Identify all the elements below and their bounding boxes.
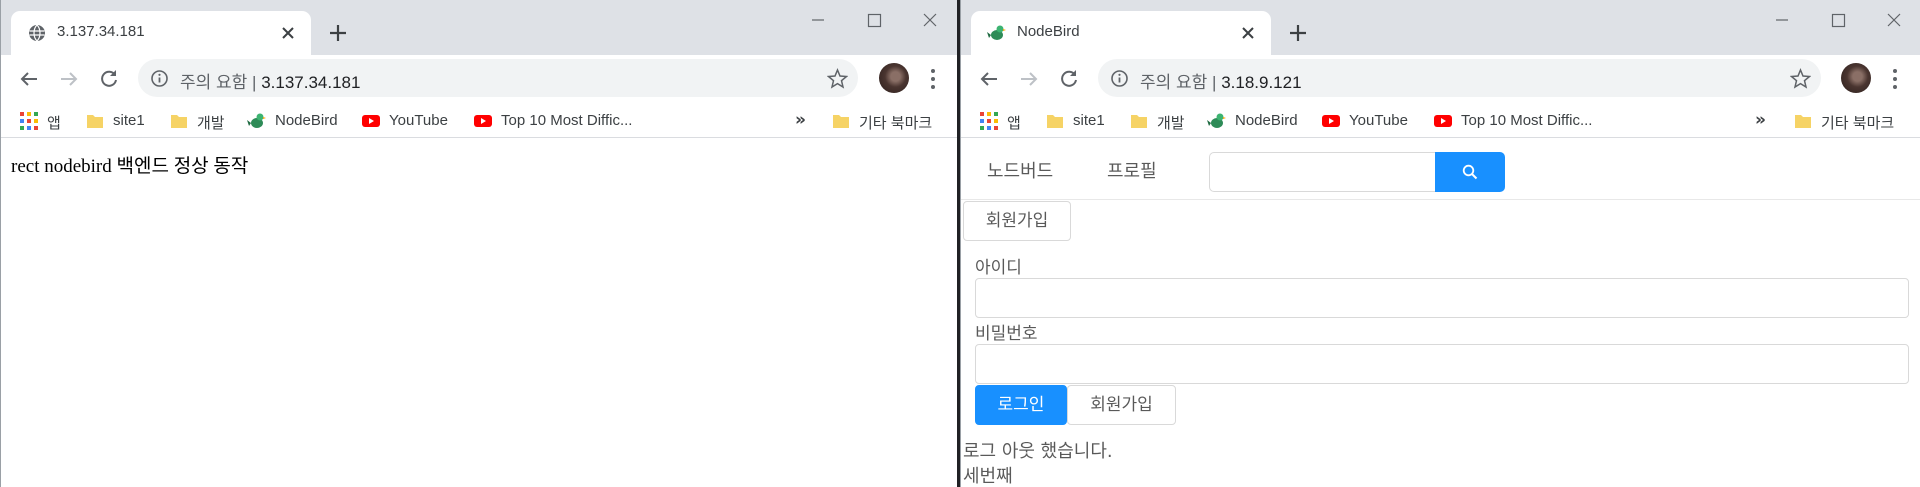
reload-icon[interactable] <box>95 65 123 93</box>
forward-icon[interactable] <box>1015 65 1043 93</box>
search-input[interactable] <box>1209 152 1435 192</box>
avatar[interactable] <box>1841 63 1871 93</box>
browser-toolbar: 주의 요함 | 3.137.34.181 <box>1 55 958 102</box>
bookmarks-bar: 앱 site1 개발 NodeBird YouTube Top 10 Most … <box>1 102 958 138</box>
bookmark-star-icon[interactable] <box>1790 68 1811 89</box>
login-button[interactable]: 로그인 <box>975 385 1067 425</box>
address-bar[interactable]: 주의 요함 | 3.137.34.181 <box>138 59 858 97</box>
id-input[interactable] <box>975 278 1909 318</box>
menu-kebab-icon[interactable] <box>1891 67 1899 89</box>
close-window-icon[interactable] <box>915 8 945 32</box>
tab-strip: NodeBird <box>961 0 1920 55</box>
maximize-icon[interactable] <box>859 8 889 32</box>
avatar[interactable] <box>879 63 909 93</box>
info-icon[interactable] <box>150 69 169 88</box>
search-icon <box>1462 164 1478 180</box>
security-label: 주의 요함 <box>1140 73 1208 92</box>
signup-link-button[interactable]: 회원가입 <box>963 201 1071 241</box>
nodebird-icon <box>247 113 266 128</box>
bookmark-star-icon[interactable] <box>827 68 848 89</box>
bookmarks-overflow-icon[interactable]: » <box>1755 110 1766 130</box>
page-content: 노드버드 프로필 회원가입 아이디 비밀번호 로그인 회원가입 로그 아웃 했습… <box>961 139 1920 487</box>
bookmarks-overflow-icon[interactable]: » <box>795 110 806 130</box>
folder-icon <box>833 115 849 128</box>
page-text: rect nodebird 백엔드 정상 동작 <box>11 156 249 177</box>
youtube-icon <box>1322 115 1340 127</box>
tab-title: 3.137.34.181 <box>57 23 145 40</box>
top-menu: 노드버드 프로필 <box>961 139 1920 200</box>
forward-icon[interactable] <box>55 65 83 93</box>
password-label: 비밀번호 <box>975 324 1038 344</box>
close-tab-icon[interactable] <box>1237 22 1259 44</box>
browser-toolbar: 주의 요함 | 3.18.9.121 <box>961 55 1920 102</box>
back-icon[interactable] <box>15 65 43 93</box>
reload-icon[interactable] <box>1055 65 1083 93</box>
security-label: 주의 요함 <box>180 73 248 92</box>
close-tab-icon[interactable] <box>277 22 299 44</box>
new-tab-icon[interactable] <box>325 20 351 46</box>
close-window-icon[interactable] <box>1879 8 1909 32</box>
globe-icon <box>29 24 45 42</box>
menu-item-home[interactable]: 노드버드 <box>987 157 1053 183</box>
menu-kebab-icon[interactable] <box>929 67 937 89</box>
folder-icon <box>1131 115 1147 128</box>
browser-tab[interactable]: 3.137.34.181 <box>11 11 311 55</box>
menu-item-profile[interactable]: 프로필 <box>1107 157 1157 183</box>
apps-grid-icon <box>20 112 38 130</box>
minimize-icon[interactable] <box>803 8 833 32</box>
maximize-icon[interactable] <box>1823 8 1853 32</box>
tab-strip: 3.137.34.181 <box>1 0 958 55</box>
folder-icon <box>1047 115 1063 128</box>
url-text: 3.18.9.121 <box>1221 73 1302 92</box>
youtube-icon <box>362 115 380 127</box>
folder-icon <box>87 115 103 128</box>
tab-title: NodeBird <box>1017 23 1080 40</box>
status-message: 세번째 <box>963 466 1013 487</box>
apps-grid-icon <box>980 112 998 130</box>
search-button[interactable] <box>1435 152 1505 192</box>
folder-icon <box>171 115 187 128</box>
password-input[interactable] <box>975 344 1909 384</box>
bookmarks-bar: 앱 site1 개발 NodeBird YouTube Top 10 Most … <box>961 102 1920 138</box>
page-content: rect nodebird 백엔드 정상 동작 <box>1 139 958 487</box>
id-label: 아이디 <box>975 258 1022 278</box>
info-icon[interactable] <box>1110 69 1129 88</box>
nodebird-favicon <box>987 25 1006 40</box>
url-text: 3.137.34.181 <box>261 73 361 92</box>
nodebird-icon <box>1207 113 1226 128</box>
new-tab-icon[interactable] <box>1285 20 1311 46</box>
address-bar[interactable]: 주의 요함 | 3.18.9.121 <box>1098 59 1821 97</box>
browser-window-left: 3.137.34.181 주의 요함 | 3.137.34.181 앱 site… <box>0 0 958 487</box>
address-separator: | <box>1212 73 1217 92</box>
youtube-icon <box>1434 115 1452 127</box>
browser-window-right: NodeBird 주의 요함 | 3.18.9.121 앱 site1 개발 N… <box>960 0 1920 487</box>
address-separator: | <box>252 73 257 92</box>
youtube-icon <box>474 115 492 127</box>
browser-tab[interactable]: NodeBird <box>971 11 1271 55</box>
folder-icon <box>1795 115 1811 128</box>
address-text: 주의 요함 | 3.137.34.181 <box>180 68 360 93</box>
signup-button[interactable]: 회원가입 <box>1067 385 1176 425</box>
minimize-icon[interactable] <box>1767 8 1797 32</box>
back-icon[interactable] <box>975 65 1003 93</box>
logout-message: 로그 아웃 했습니다. <box>963 441 1113 462</box>
address-text: 주의 요함 | 3.18.9.121 <box>1140 68 1302 93</box>
